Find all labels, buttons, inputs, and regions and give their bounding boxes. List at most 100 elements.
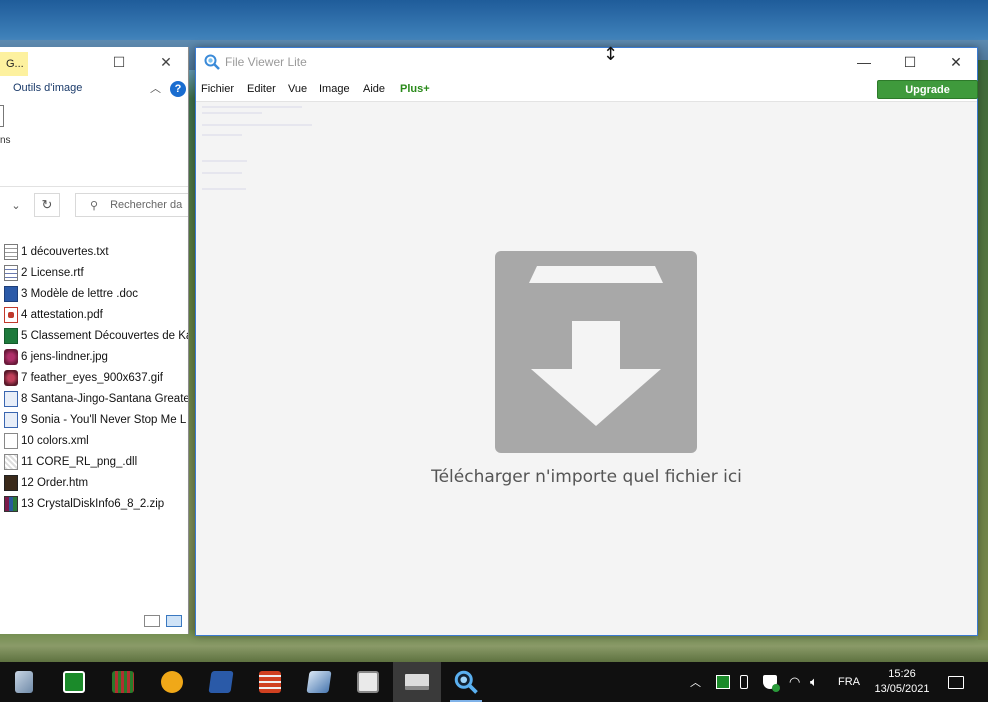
file-name: 4 attestation.pdf: [21, 308, 103, 321]
menu-editer[interactable]: Editer: [247, 83, 276, 95]
list-item[interactable]: 4 attestation.pdf: [0, 304, 188, 325]
taskbar-app-5[interactable]: [197, 662, 245, 702]
maximize-button[interactable]: ☐: [887, 48, 933, 76]
resize-cursor-icon: ↕: [603, 44, 619, 65]
tray-usb-icon[interactable]: [740, 662, 748, 702]
file-name: 1 découvertes.txt: [21, 245, 109, 258]
download-box-icon: [495, 251, 697, 453]
dll-file-icon: [4, 453, 18, 470]
file-name: 6 jens-lindner.jpg: [21, 350, 108, 363]
list-item[interactable]: 5 Classement Découvertes de Ka: [0, 325, 189, 346]
list-item[interactable]: 8 Santana-Jingo-Santana Greate: [0, 388, 189, 409]
details-view-icon[interactable]: [144, 615, 160, 627]
wifi-icon: ◠: [789, 674, 801, 689]
speaker-icon: 🔈︎: [810, 674, 818, 689]
taskbar-app-8[interactable]: [344, 662, 392, 702]
document-app-icon: [15, 671, 33, 693]
list-item[interactable]: 7 feather_eyes_900x637.gif: [0, 367, 188, 388]
menu-plus[interactable]: Plus+: [400, 83, 430, 95]
computer-app-icon: [405, 674, 429, 690]
taskbar-app-4[interactable]: [148, 662, 196, 702]
shield-icon: [763, 675, 780, 692]
ribbon-label: ns: [0, 135, 11, 146]
maximize-icon: ☐: [112, 53, 126, 70]
taskbar-app-2[interactable]: [50, 662, 98, 702]
file-name: 12 Order.htm: [21, 476, 89, 489]
menu-image[interactable]: Image: [319, 83, 350, 95]
menu-fichier[interactable]: Fichier: [201, 83, 234, 95]
tray-upload-icon[interactable]: [716, 662, 730, 702]
ghost-line: [202, 112, 262, 114]
list-item[interactable]: 9 Sonia - You'll Never Stop Me L: [0, 409, 188, 430]
view-toggle: [144, 615, 182, 627]
window-title: File Viewer Lite: [225, 55, 307, 69]
list-item[interactable]: 2 License.rtf: [0, 262, 188, 283]
file-name: 3 Modèle de lettre .doc: [21, 287, 138, 300]
file-viewer-window: File Viewer Lite — ☐ ✕ Fichier Editer Vu…: [195, 47, 978, 636]
language-indicator[interactable]: FRA: [838, 662, 860, 702]
txt-file-icon: [4, 243, 18, 260]
explorer-close-button[interactable]: ✕: [143, 47, 188, 77]
maximize-icon: ☐: [903, 53, 917, 70]
explorer-context-tab[interactable]: G...: [0, 52, 28, 76]
file-name: 2 License.rtf: [21, 266, 84, 279]
search-placeholder: Rechercher da: [110, 199, 183, 211]
viewer-titlebar[interactable]: File Viewer Lite — ☐ ✕: [196, 48, 977, 76]
clock[interactable]: 15:26 13/05/2021: [866, 667, 938, 697]
file-name: 7 feather_eyes_900x637.gif: [21, 371, 163, 384]
list-item[interactable]: 12 Order.htm: [0, 472, 188, 493]
drop-zone[interactable]: Télécharger n'importe quel fichier ici: [196, 102, 977, 635]
list-item[interactable]: 1 découvertes.txt: [0, 241, 188, 262]
notification-icon: [948, 675, 964, 689]
notifications-button[interactable]: [948, 662, 964, 702]
file-name: 8 Santana-Jingo-Santana Greate: [21, 392, 189, 405]
address-dropdown-chevron-icon[interactable]: ⌄: [0, 193, 32, 217]
excel-file-icon: [4, 327, 18, 344]
tray-volume-icon[interactable]: 🔈︎: [810, 662, 818, 702]
minimize-icon: —: [857, 54, 871, 70]
ghost-line: [202, 134, 242, 136]
notepad-app-icon: [357, 671, 379, 693]
tray-security-icon[interactable]: [763, 662, 780, 702]
taskbar: ︿ ◠ 🔈︎ FRA 15:26 13/05/2021: [0, 662, 988, 702]
taskbar-app-7[interactable]: [295, 662, 343, 702]
list-item[interactable]: 13 CrystalDiskInfo6_8_2.zip: [0, 493, 188, 514]
ribbon-control[interactable]: [0, 105, 4, 127]
search-input[interactable]: ⚲ Rechercher da: [75, 193, 188, 217]
tray-network-icon[interactable]: ◠: [789, 662, 800, 702]
usb-icon: [740, 675, 748, 689]
explorer-maximize-button[interactable]: ☐: [96, 47, 142, 77]
pdf-file-icon: [4, 306, 18, 323]
explorer-titlebar: G... ☐ ✕: [0, 47, 188, 77]
taskbar-app-3[interactable]: [99, 662, 147, 702]
menu-aide[interactable]: Aide: [363, 83, 385, 95]
close-button[interactable]: ✕: [933, 48, 979, 76]
upgrade-button[interactable]: Upgrade: [877, 80, 978, 99]
taskbar-file-viewer[interactable]: [442, 662, 490, 702]
desktop-edge: [978, 60, 988, 640]
xml-file-icon: [4, 432, 18, 449]
tab-image-tools[interactable]: Outils d'image: [13, 82, 82, 94]
menu-bar: Fichier Editer Vue Image Aide Plus+ Upgr…: [196, 76, 978, 102]
taskbar-app-9[interactable]: [393, 662, 441, 702]
help-icon[interactable]: ?: [170, 81, 186, 97]
collapse-ribbon-chevron-icon[interactable]: ︿: [150, 80, 161, 96]
editor-app-icon: [306, 671, 332, 693]
list-item[interactable]: 10 colors.xml: [0, 430, 188, 451]
list-item[interactable]: 6 jens-lindner.jpg: [0, 346, 188, 367]
refresh-button[interactable]: ↻: [34, 193, 60, 217]
minimize-button[interactable]: —: [841, 48, 887, 76]
taskbar-app-1[interactable]: [0, 662, 48, 702]
file-name: 5 Classement Découvertes de Ka: [21, 329, 189, 342]
large-icons-view-icon[interactable]: [166, 615, 182, 627]
clock-time: 15:26: [888, 668, 916, 680]
list-item[interactable]: 11 CORE_RL_png_.dll: [0, 451, 188, 472]
list-item[interactable]: 3 Modèle de lettre .doc: [0, 283, 188, 304]
archive-app-icon: [259, 671, 281, 693]
notes-app-icon: [208, 671, 234, 693]
ghost-line: [202, 124, 312, 126]
taskbar-app-6[interactable]: [246, 662, 294, 702]
show-hidden-icons-chevron-icon[interactable]: ︿: [690, 662, 701, 702]
word-file-icon: [4, 285, 18, 302]
menu-vue[interactable]: Vue: [288, 83, 307, 95]
